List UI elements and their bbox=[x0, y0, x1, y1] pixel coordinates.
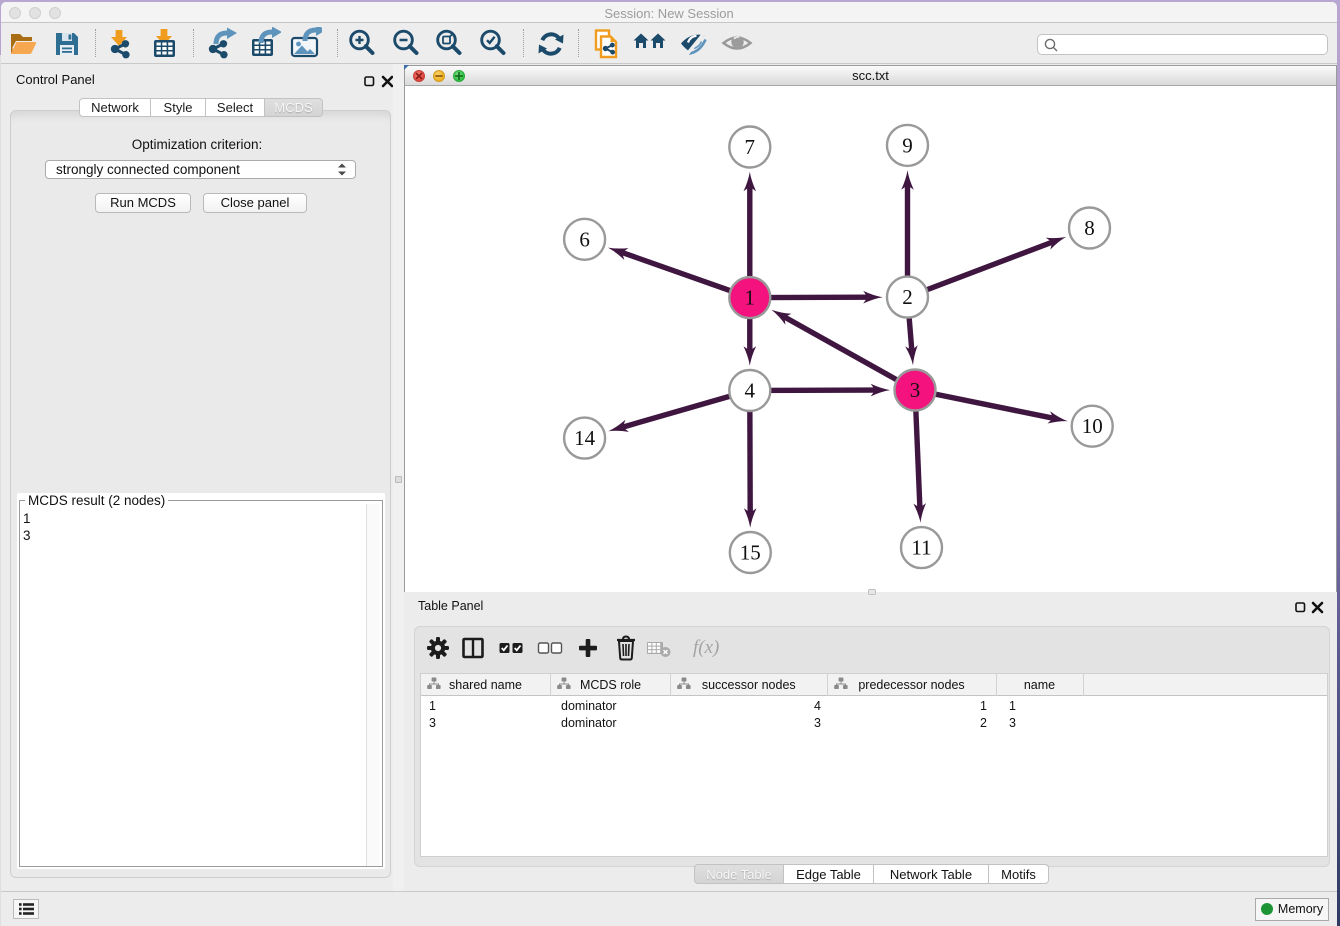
svg-text:8: 8 bbox=[1084, 216, 1095, 240]
svg-text:10: 10 bbox=[1082, 414, 1103, 438]
svg-text:15: 15 bbox=[740, 541, 761, 565]
svg-text:1: 1 bbox=[745, 286, 756, 310]
svg-text:4: 4 bbox=[745, 379, 756, 403]
svg-text:11: 11 bbox=[911, 536, 931, 560]
svg-text:2: 2 bbox=[902, 285, 913, 309]
svg-text:7: 7 bbox=[745, 135, 756, 159]
svg-text:14: 14 bbox=[574, 426, 596, 450]
svg-text:9: 9 bbox=[902, 133, 913, 157]
svg-text:3: 3 bbox=[910, 378, 921, 402]
svg-text:6: 6 bbox=[579, 227, 590, 251]
